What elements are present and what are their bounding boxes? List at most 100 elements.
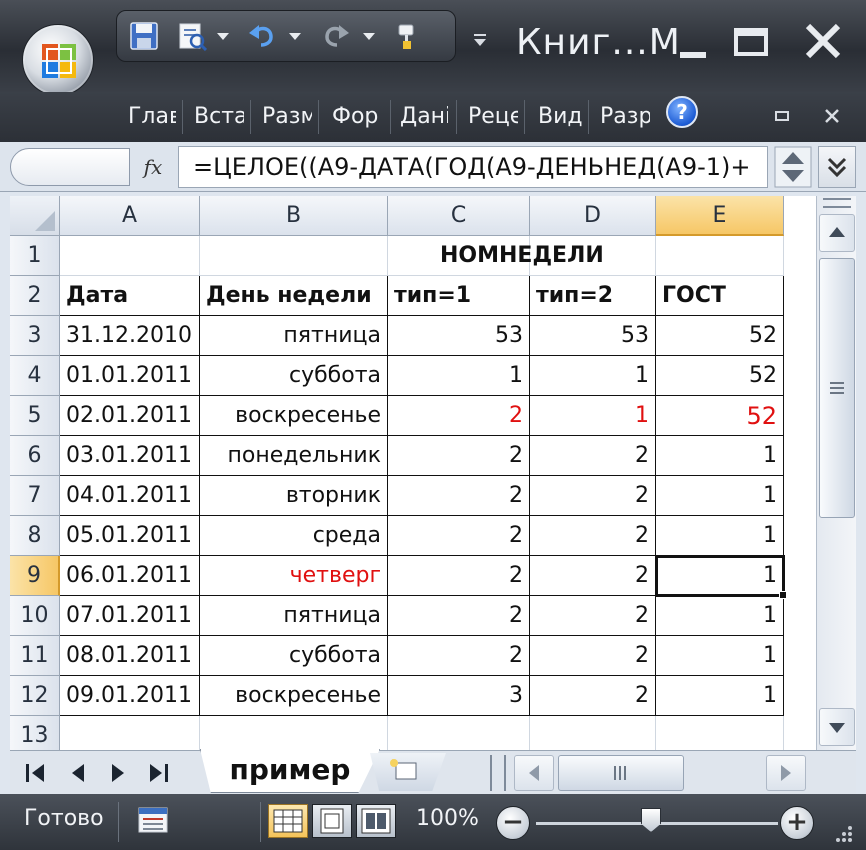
resize-grip-icon[interactable]	[826, 816, 856, 846]
row-header-11[interactable]: 11	[10, 636, 60, 676]
cell-e8[interactable]: 1	[656, 516, 784, 556]
tab-data[interactable]: Дані	[398, 92, 448, 142]
cell-a3[interactable]: 31.12.2010	[60, 316, 200, 356]
cell-c9[interactable]: 2	[388, 556, 530, 596]
page-break-view-button[interactable]	[356, 804, 396, 838]
zoom-slider-thumb[interactable]	[641, 808, 661, 832]
row-header-13[interactable]: 13	[10, 716, 60, 750]
cell-a12[interactable]: 09.01.2011	[60, 676, 200, 716]
cell-a6[interactable]: 03.01.2011	[60, 436, 200, 476]
column-header-d[interactable]: D	[530, 196, 656, 236]
cell-a5[interactable]: 02.01.2011	[60, 396, 200, 436]
horizontal-scroll-thumb[interactable]	[558, 755, 684, 791]
cell-e11[interactable]: 1	[656, 636, 784, 676]
cell-c7[interactable]: 2	[388, 476, 530, 516]
cell-d2[interactable]: тип=2	[530, 276, 656, 316]
cell-e9[interactable]: 1	[656, 556, 784, 596]
cell-c6[interactable]: 2	[388, 436, 530, 476]
zoom-level-text[interactable]: 100%	[416, 806, 479, 831]
last-sheet-icon[interactable]	[138, 757, 178, 789]
scroll-left-button[interactable]	[514, 755, 554, 791]
cell-c8[interactable]: 2	[388, 516, 530, 556]
row-header-6[interactable]: 6	[10, 436, 60, 476]
cell-d11[interactable]: 2	[530, 636, 656, 676]
redo-dropdown-arrow[interactable]	[363, 33, 375, 40]
row-header-5[interactable]: 5	[10, 396, 60, 436]
cell-e13[interactable]	[656, 716, 784, 750]
row-header-12[interactable]: 12	[10, 676, 60, 716]
vertical-split-handle[interactable]	[823, 198, 851, 208]
row-header-2[interactable]: 2	[10, 276, 60, 316]
row-header-3[interactable]: 3	[10, 316, 60, 356]
save-icon[interactable]	[129, 21, 159, 51]
scroll-right-button[interactable]	[766, 755, 806, 791]
cell-b8[interactable]: среда	[200, 516, 388, 556]
cell-a1[interactable]	[60, 236, 200, 276]
cell-b3[interactable]: пятница	[200, 316, 388, 356]
select-all-button[interactable]	[10, 196, 60, 236]
print-dropdown-arrow[interactable]	[217, 33, 229, 40]
cell-c12[interactable]: 3	[388, 676, 530, 716]
cell-b13[interactable]	[200, 716, 388, 750]
row-header-7[interactable]: 7	[10, 476, 60, 516]
row-header-1[interactable]: 1	[10, 236, 60, 276]
zoom-in-button[interactable]: +	[780, 806, 814, 840]
redo-icon[interactable]	[321, 21, 351, 51]
cell-c13[interactable]	[388, 716, 530, 750]
previous-sheet-icon[interactable]	[58, 757, 98, 789]
cell-e3[interactable]: 52	[656, 316, 784, 356]
cell-e10[interactable]: 1	[656, 596, 784, 636]
cell-e5[interactable]: 52	[656, 396, 784, 436]
customize-qat-icon[interactable]	[470, 30, 490, 50]
ribbon-close-icon[interactable]	[822, 106, 842, 126]
cell-b2[interactable]: День недели	[200, 276, 388, 316]
cell-a13[interactable]	[60, 716, 200, 750]
fill-handle[interactable]	[779, 591, 787, 599]
maximize-icon[interactable]	[724, 14, 780, 70]
row-header-9[interactable]: 9	[10, 556, 60, 596]
first-sheet-icon[interactable]	[16, 757, 56, 789]
scroll-down-button[interactable]	[819, 708, 855, 746]
cell-e2[interactable]: ГОСТ	[656, 276, 784, 316]
row-header-4[interactable]: 4	[10, 356, 60, 396]
cell-e7[interactable]: 1	[656, 476, 784, 516]
cell-b7[interactable]: вторник	[200, 476, 388, 516]
next-sheet-icon[interactable]	[98, 757, 138, 789]
insert-sheet-button[interactable]	[370, 753, 446, 791]
row-header-10[interactable]: 10	[10, 596, 60, 636]
tab-home[interactable]: Глав	[126, 92, 176, 142]
tab-review[interactable]: Реце	[466, 92, 518, 142]
tab-formulas[interactable]: Фор	[330, 92, 384, 142]
office-button[interactable]	[22, 24, 94, 96]
cell-c11[interactable]: 2	[388, 636, 530, 676]
cell-d4[interactable]: 1	[530, 356, 656, 396]
insert-function-icon[interactable]: fx	[134, 150, 172, 184]
page-layout-view-button[interactable]	[312, 804, 352, 838]
cell-a2[interactable]: Дата	[60, 276, 200, 316]
column-header-c[interactable]: C	[388, 196, 530, 236]
ribbon-restore-icon[interactable]	[772, 106, 792, 126]
cell-b10[interactable]: пятница	[200, 596, 388, 636]
cell-d6[interactable]: 2	[530, 436, 656, 476]
print-preview-icon[interactable]	[177, 21, 207, 51]
formula-scroll-icon[interactable]	[774, 146, 812, 188]
cell-b9[interactable]: четверг	[200, 556, 388, 596]
expand-formula-bar-button[interactable]	[818, 146, 856, 188]
cell-d5[interactable]: 1	[530, 396, 656, 436]
column-header-b[interactable]: B	[200, 196, 388, 236]
tab-page-layout[interactable]: Разм	[260, 92, 312, 142]
tab-view[interactable]: Вид	[536, 92, 582, 142]
cell-b6[interactable]: понедельник	[200, 436, 388, 476]
formula-input[interactable]: =ЦЕЛОЕ((A9-ДАТА(ГОД(A9-ДЕНЬНЕД(A9-1)+	[178, 146, 768, 188]
row-header-8[interactable]: 8	[10, 516, 60, 556]
undo-dropdown-arrow[interactable]	[289, 33, 301, 40]
cell-d10[interactable]: 2	[530, 596, 656, 636]
cell-e1[interactable]	[656, 236, 784, 276]
close-icon[interactable]	[796, 14, 852, 70]
cell-d3[interactable]: 53	[530, 316, 656, 356]
cell-d7[interactable]: 2	[530, 476, 656, 516]
undo-icon[interactable]	[247, 21, 277, 51]
cell-c1[interactable]: НОМНЕДЕЛИ	[388, 236, 604, 276]
sheet-tab-active[interactable]: пример	[200, 749, 380, 793]
column-header-e[interactable]: E	[656, 196, 784, 236]
